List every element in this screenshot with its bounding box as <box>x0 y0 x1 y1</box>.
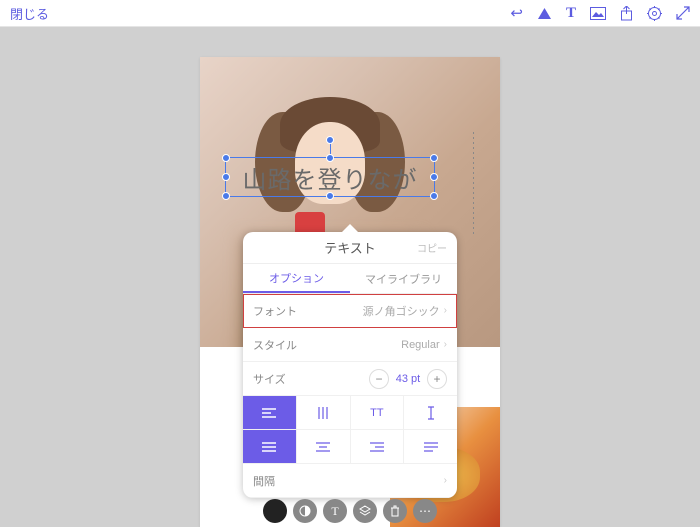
align-row-2 <box>243 430 457 464</box>
chevron-right-icon: › <box>444 339 447 350</box>
resize-handle[interactable] <box>222 173 230 181</box>
resize-handle[interactable] <box>222 192 230 200</box>
page[interactable]: 山路を登りなが テキスト コピー オプション マイライブラリ フォント 源ノ角ゴ… <box>200 57 500 527</box>
text-content[interactable]: 山路を登りなが <box>243 160 418 195</box>
size-label: サイズ <box>253 371 286 387</box>
resize-handle[interactable] <box>222 154 230 162</box>
resize-handle[interactable] <box>430 192 438 200</box>
align-right-button[interactable] <box>351 430 405 463</box>
align-center-button[interactable] <box>297 430 351 463</box>
resize-handle[interactable] <box>430 154 438 162</box>
uppercase-button[interactable]: TT <box>351 396 405 429</box>
panel-header: テキスト コピー <box>243 232 457 264</box>
style-value: Regular <box>401 339 440 351</box>
opacity-button[interactable] <box>293 499 317 523</box>
undo-icon[interactable]: ↩ <box>510 4 523 22</box>
align-full-button[interactable] <box>404 430 457 463</box>
size-decrease-button[interactable]: − <box>369 369 389 389</box>
object-toolbar: T ⋯ <box>263 499 437 523</box>
tab-library[interactable]: マイライブラリ <box>350 264 457 293</box>
size-value: 43 pt <box>393 373 423 385</box>
text-cursor-button[interactable] <box>404 396 457 429</box>
chevron-right-icon: › <box>444 305 447 316</box>
style-row[interactable]: スタイル Regular › <box>243 328 457 362</box>
align-row-1: TT <box>243 396 457 430</box>
text-selection-box[interactable]: 山路を登りなが <box>225 157 435 197</box>
resize-handle[interactable] <box>430 173 438 181</box>
image-icon[interactable] <box>590 7 606 20</box>
spacing-label: 間隔 <box>253 473 275 489</box>
panel-tabs: オプション マイライブラリ <box>243 264 457 294</box>
more-button[interactable]: ⋯ <box>413 499 437 523</box>
rotate-handle[interactable] <box>326 136 334 144</box>
text-tool-button[interactable]: T <box>323 499 347 523</box>
tab-options[interactable]: オプション <box>243 264 350 293</box>
settings-icon[interactable] <box>647 6 662 21</box>
font-value: 源ノ角ゴシック <box>363 303 440 319</box>
close-button[interactable]: 閉じる <box>10 4 49 23</box>
copy-button[interactable]: コピー <box>417 240 447 255</box>
fullscreen-icon[interactable] <box>676 6 690 20</box>
size-row: サイズ − 43 pt + <box>243 362 457 396</box>
divider-line <box>473 132 474 237</box>
font-row[interactable]: フォント 源ノ角ゴシック › <box>243 294 457 328</box>
toolbar-right: ↩ T <box>510 4 690 22</box>
resize-handle[interactable] <box>326 154 334 162</box>
font-label: フォント <box>253 303 297 319</box>
shape-icon[interactable] <box>537 7 552 20</box>
panel-arrow <box>342 224 358 232</box>
text-icon[interactable]: T <box>566 5 576 22</box>
delete-button[interactable] <box>383 499 407 523</box>
topbar: 閉じる ↩ T <box>0 0 700 27</box>
color-button[interactable] <box>263 499 287 523</box>
spacing-row[interactable]: 間隔 › <box>243 464 457 498</box>
align-left-button[interactable] <box>243 396 297 429</box>
share-icon[interactable] <box>620 6 633 21</box>
resize-handle[interactable] <box>326 192 334 200</box>
layers-button[interactable] <box>353 499 377 523</box>
chevron-right-icon: › <box>444 475 447 486</box>
align-justify-button[interactable] <box>243 430 297 463</box>
vertical-text-button[interactable] <box>297 396 351 429</box>
text-panel: テキスト コピー オプション マイライブラリ フォント 源ノ角ゴシック › スタイ… <box>243 232 457 498</box>
size-increase-button[interactable]: + <box>427 369 447 389</box>
canvas-area: 山路を登りなが テキスト コピー オプション マイライブラリ フォント 源ノ角ゴ… <box>0 27 700 525</box>
style-label: スタイル <box>253 337 297 353</box>
